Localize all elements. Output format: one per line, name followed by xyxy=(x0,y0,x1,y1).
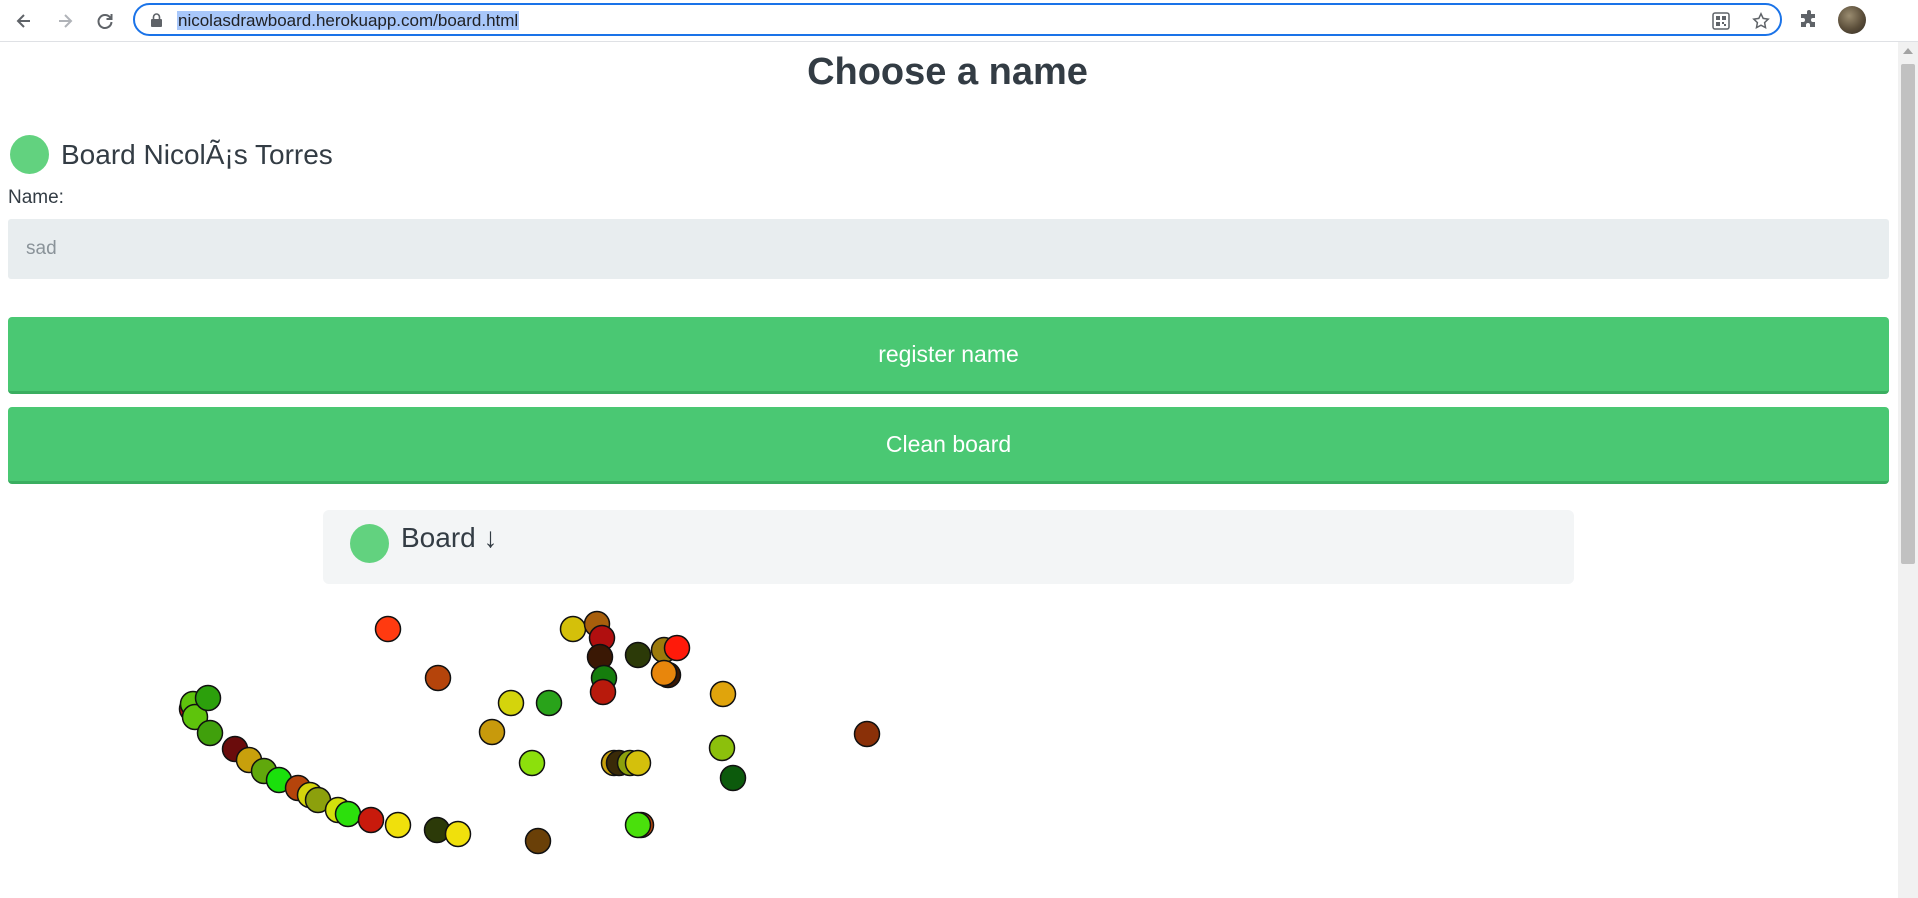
extensions-puzzle-icon[interactable] xyxy=(1797,9,1821,33)
board-panel: Board ↓ xyxy=(323,510,1574,584)
lock-icon xyxy=(151,13,162,27)
status-indicator-dot xyxy=(10,135,49,174)
clean-board-button[interactable]: Clean board xyxy=(8,407,1889,484)
board-point xyxy=(518,749,546,777)
name-label: Name: xyxy=(8,187,64,208)
board-point xyxy=(650,659,678,687)
board-point xyxy=(497,689,525,717)
back-arrow-icon[interactable] xyxy=(10,7,38,35)
board-point xyxy=(424,664,452,692)
board-point xyxy=(663,634,691,662)
name-input[interactable] xyxy=(8,219,1889,279)
url-text[interactable]: nicolasdrawboard.herokuapp.com/board.htm… xyxy=(177,11,520,30)
board-indicator-dot xyxy=(350,524,389,563)
board-point xyxy=(624,749,652,777)
browser-toolbar: nicolasdrawboard.herokuapp.com/board.htm… xyxy=(0,0,1918,42)
board-point xyxy=(853,720,881,748)
board-point xyxy=(524,827,552,855)
board-point xyxy=(374,615,402,643)
scroll-up-arrow-icon[interactable] xyxy=(1903,48,1913,54)
drawing-board-canvas[interactable] xyxy=(0,584,1898,898)
board-point xyxy=(709,680,737,708)
board-point xyxy=(444,820,472,848)
page-title: Choose a name xyxy=(807,51,1088,93)
scroll-thumb[interactable] xyxy=(1901,64,1915,564)
board-point xyxy=(478,718,506,746)
board-point xyxy=(624,641,652,669)
board-point xyxy=(719,764,747,792)
qr-code-icon[interactable] xyxy=(1710,10,1732,32)
bookmark-star-icon[interactable] xyxy=(1750,10,1772,32)
profile-avatar[interactable] xyxy=(1838,6,1866,34)
board-point xyxy=(194,684,222,712)
board-point xyxy=(708,734,736,762)
register-name-button[interactable]: register name xyxy=(8,317,1889,394)
forward-arrow-icon[interactable] xyxy=(51,7,79,35)
board-point xyxy=(357,806,385,834)
address-bar[interactable]: nicolasdrawboard.herokuapp.com/board.htm… xyxy=(133,3,1782,36)
board-point xyxy=(589,678,617,706)
page-content: Choose a name Board NicolÃ¡s Torres Name… xyxy=(0,42,1898,898)
board-point xyxy=(559,615,587,643)
board-point xyxy=(384,811,412,839)
board-point xyxy=(535,689,563,717)
board-heading: Board ↓ xyxy=(401,522,498,553)
board-point xyxy=(624,811,652,839)
reload-icon[interactable] xyxy=(91,7,119,35)
vertical-scrollbar[interactable] xyxy=(1898,42,1918,898)
board-owner-heading: Board NicolÃ¡s Torres xyxy=(61,139,333,170)
board-point xyxy=(196,719,224,747)
board-point xyxy=(334,800,362,828)
